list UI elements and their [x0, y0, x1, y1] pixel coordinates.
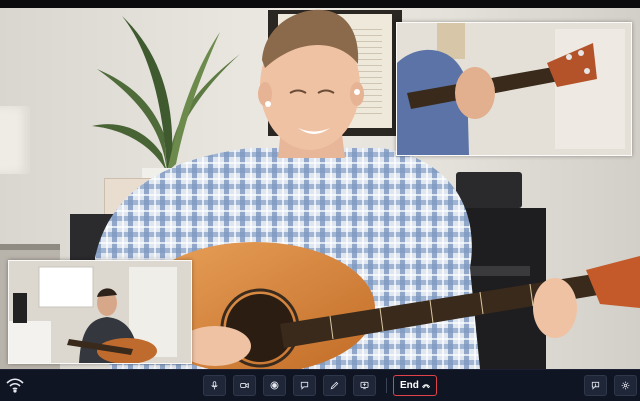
gear-icon — [621, 381, 630, 390]
feedback-icon — [591, 381, 600, 390]
record-button[interactable] — [263, 375, 286, 396]
self-view-person — [9, 261, 191, 363]
pencil-icon — [330, 381, 339, 390]
end-call-button[interactable]: End — [393, 375, 437, 396]
screen-share-button[interactable] — [353, 375, 376, 396]
top-edge-bar — [0, 0, 640, 8]
microphone-button[interactable] — [203, 375, 226, 396]
wifi-icon[interactable] — [6, 377, 24, 393]
settings-button[interactable] — [614, 375, 637, 396]
chat-button[interactable] — [293, 375, 316, 396]
end-call-label: End — [400, 380, 419, 391]
self-view-video-tile[interactable] — [8, 260, 192, 364]
microphone-icon — [211, 381, 218, 390]
feedback-button[interactable] — [584, 375, 607, 396]
participant-video-tile[interactable] — [396, 22, 632, 156]
hang-up-icon — [421, 383, 430, 388]
record-icon — [270, 381, 279, 390]
camera-button[interactable] — [233, 375, 256, 396]
video-camera-icon — [240, 382, 249, 389]
annotate-button[interactable] — [323, 375, 346, 396]
call-control-bar: End — [0, 369, 640, 401]
participant-guitar-closeup — [397, 23, 631, 155]
chat-bubble-icon — [300, 381, 309, 390]
screen-share-icon — [360, 381, 369, 390]
toolbar-divider — [386, 378, 387, 393]
